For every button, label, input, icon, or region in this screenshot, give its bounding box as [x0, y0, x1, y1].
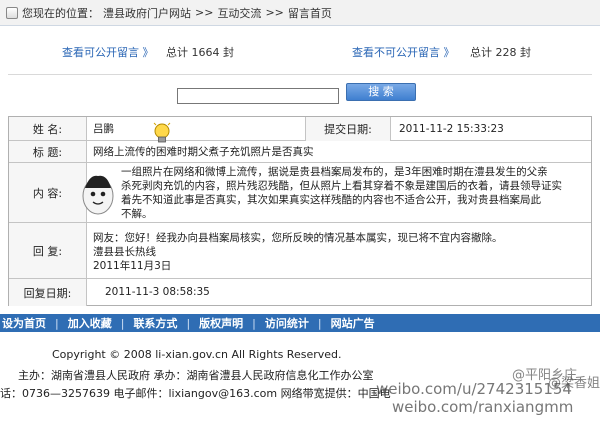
- reply-text: 网友：您好！经我办向县档案局核实，您所反映的情况基本属实，现已将不宜内容撤除。 …: [93, 231, 503, 273]
- watermark-url-2: weibo.com/ranxiangmm: [392, 398, 574, 416]
- footer-link-ads[interactable]: 网站广告: [331, 315, 375, 331]
- name-label: 姓 名:: [9, 117, 87, 140]
- footer-link-contact[interactable]: 联系方式: [133, 315, 177, 331]
- breadcrumb: 您现在的位置： 澧县政府门户网站 >> 互动交流 >> 留言首页: [0, 0, 600, 26]
- footer-link-favorite[interactable]: 加入收藏: [68, 315, 112, 331]
- home-icon: [6, 6, 18, 19]
- footer-nav: 设为首页 | 加入收藏 | 联系方式 | 版权声明 | 访问统计 | 网站广告: [0, 314, 600, 332]
- copyright-text: Copyright © 2008 li-xian.gov.cn All Righ…: [52, 348, 342, 361]
- name-value: 吕鹏: [93, 123, 114, 135]
- private-messages-total: 总计 228 封: [470, 46, 531, 59]
- reply-date-row: 回复日期: 2011-11-3 08:58:35: [9, 279, 591, 306]
- title-row: 标 题: 网络上流传的困难时期父煮子充饥照片是否真实: [9, 141, 591, 163]
- name-row: 姓 名: 吕鹏 提交日期: 2011-11-2 15:33:23: [9, 117, 591, 141]
- contact-text: 话：0736—3257639 电子邮件：lixiangov@163.com 网络…: [0, 387, 391, 400]
- private-messages-link[interactable]: 查看不可公开留言 》: [352, 44, 455, 60]
- title-label: 标 题:: [9, 141, 87, 162]
- watermark-url-1: weibo.com/u/2742315154: [376, 380, 572, 398]
- footer-separator: |: [120, 316, 125, 330]
- footer-separator: |: [252, 316, 256, 330]
- content-line: 着先不知道此事是否真实，其次如果真实这样残酷的内容也不适合公开，我对贵县档案局此: [121, 194, 541, 206]
- submit-date-label: 提交日期:: [305, 117, 391, 141]
- reply-line: 澧县县长热线: [93, 246, 156, 258]
- reply-label: 回 复:: [9, 223, 87, 278]
- footer-separator: |: [186, 316, 191, 330]
- public-messages-total: 总计 1664 封: [166, 46, 234, 59]
- search-button[interactable]: 搜 索: [346, 83, 416, 101]
- reply-line: 2011年11月3日: [93, 260, 172, 272]
- reply-date-label: 回复日期:: [9, 279, 87, 306]
- content-label: 内 容:: [9, 163, 87, 222]
- reply-line: 网友：您好！经我办向县档案局核实，您所反映的情况基本属实，现已将不宜内容撤除。: [93, 232, 503, 244]
- breadcrumb-prefix: 您现在的位置：: [22, 6, 99, 20]
- reply-row: 回 复: 网友：您好！经我办向县档案局核实，您所反映的情况基本属实，现已将不宜内…: [9, 223, 591, 279]
- public-messages-link[interactable]: 查看可公开留言 》: [62, 44, 154, 60]
- divider: [8, 74, 592, 75]
- content-line: 杀死剥肉充饥的内容，照片残忍残酷，但从照片上看其穿着不象是建国后的衣着，请县领导…: [121, 180, 562, 192]
- lightbulb-icon: [153, 122, 171, 143]
- breadcrumb-interact-link[interactable]: 互动交流: [217, 5, 261, 21]
- footer-link-homepage[interactable]: 设为首页: [2, 315, 46, 331]
- egg-cartoon-icon: [82, 175, 114, 215]
- breadcrumb-separator: >>: [195, 6, 214, 19]
- footer-separator: |: [55, 316, 59, 330]
- host-organizer-text: 主办：湖南省澧县人民政府 承办：湖南省澧县人民政府信息化工作办公室: [18, 369, 374, 382]
- content-text: 一组照片在网络和微博上流传，据说是贵县档案局发布的，是3年困难时期在澧县发生的父…: [121, 165, 562, 221]
- submit-date-value: 2011-11-2 15:33:23: [399, 123, 504, 135]
- footer-link-copyright[interactable]: 版权声明: [199, 315, 243, 331]
- message-stats: 查看可公开留言 》 总计 1664 封 查看不可公开留言 》 总计 228 封: [0, 44, 600, 62]
- content-line: 一组照片在网络和微博上流传，据说是贵县档案局发布的，是3年困难时期在澧县发生的父…: [121, 166, 548, 178]
- content-line: 不解。: [121, 208, 153, 220]
- breadcrumb-separator: >>: [265, 6, 284, 19]
- reply-date-value: 2011-11-3 08:58:35: [105, 286, 210, 298]
- footer-link-stats[interactable]: 访问统计: [265, 315, 309, 331]
- breadcrumb-portal-link[interactable]: 澧县政府门户网站: [103, 5, 191, 21]
- title-value: 网络上流传的困难时期父煮子充饥照片是否真实: [93, 146, 314, 158]
- footer-separator: |: [317, 316, 322, 330]
- search-input[interactable]: [177, 88, 339, 104]
- breadcrumb-current: 留言首页: [287, 6, 332, 20]
